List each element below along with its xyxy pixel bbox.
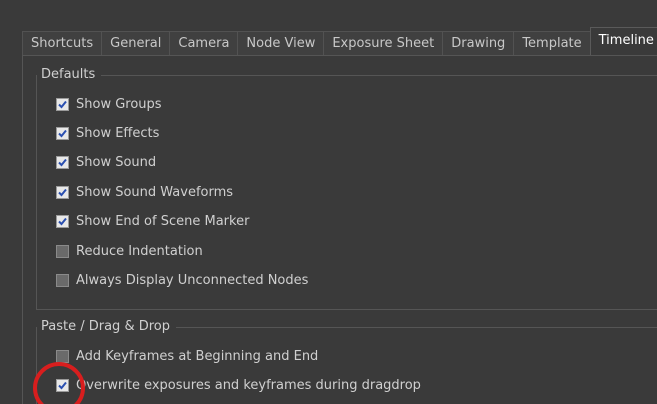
show-end-of-scene-marker-option[interactable]: Show End of Scene Marker: [56, 212, 249, 230]
show-sound-waveforms-label: Show Sound Waveforms: [76, 184, 234, 200]
overwrite-exposures-checkbox[interactable]: [56, 378, 69, 392]
show-sound-option[interactable]: Show Sound: [56, 153, 156, 171]
checkmark-icon: [58, 188, 67, 196]
checkmark-icon: [58, 158, 67, 166]
show-sound-waveforms-option[interactable]: Show Sound Waveforms: [56, 183, 233, 201]
always-display-unconnected-nodes-option[interactable]: Always Display Unconnected Nodes: [56, 271, 308, 289]
defaults-group-title: Defaults: [37, 66, 102, 84]
checkmark-icon: [58, 381, 67, 389]
checkmark-icon: [58, 100, 67, 108]
always-display-unconnected-nodes-checkbox[interactable]: [56, 273, 69, 287]
show-sound-checkbox[interactable]: [56, 155, 69, 169]
show-sound-label: Show Sound: [76, 154, 157, 170]
show-groups-option[interactable]: Show Groups: [56, 95, 162, 113]
tab-exposure-sheet[interactable]: Exposure Sheet: [323, 31, 444, 55]
show-effects-option[interactable]: Show Effects: [56, 124, 159, 142]
show-effects-label: Show Effects: [76, 125, 160, 141]
tab-template[interactable]: Template: [513, 31, 591, 55]
show-sound-waveforms-checkbox[interactable]: [56, 185, 69, 199]
tab-camera[interactable]: Camera: [169, 31, 239, 55]
reduce-indentation-checkbox[interactable]: [56, 244, 69, 258]
show-end-of-scene-marker-label: Show End of Scene Marker: [76, 213, 250, 229]
add-keyframes-checkbox[interactable]: [56, 349, 69, 363]
show-groups-label: Show Groups: [76, 96, 162, 112]
overwrite-exposures-option[interactable]: Overwrite exposures and keyframes during…: [56, 376, 421, 394]
tab-general[interactable]: General: [101, 31, 171, 55]
tab-shortcuts[interactable]: Shortcuts: [22, 31, 103, 55]
reduce-indentation-label: Reduce Indentation: [76, 243, 203, 259]
overwrite-exposures-label: Overwrite exposures and keyframes during…: [76, 377, 421, 393]
tab-node-view[interactable]: Node View: [237, 31, 325, 55]
checkmark-icon: [58, 217, 67, 225]
show-groups-checkbox[interactable]: [56, 97, 69, 111]
tab-drawing[interactable]: Drawing: [442, 31, 515, 55]
show-end-of-scene-marker-checkbox[interactable]: [56, 214, 69, 228]
preferences-frame: Shortcuts General Camera Node View Expos…: [0, 0, 657, 404]
tab-timeline[interactable]: Timeline: [589, 27, 657, 55]
show-effects-checkbox[interactable]: [56, 126, 69, 140]
always-display-unconnected-nodes-label: Always Display Unconnected Nodes: [76, 272, 309, 288]
paste-drag-drop-group-title: Paste / Drag & Drop: [37, 318, 176, 336]
preferences-tab-bar: Shortcuts General Camera Node View Expos…: [22, 27, 657, 55]
add-keyframes-label: Add Keyframes at Beginning and End: [76, 348, 319, 364]
checkmark-icon: [58, 129, 67, 137]
reduce-indentation-option[interactable]: Reduce Indentation: [56, 242, 203, 260]
add-keyframes-option[interactable]: Add Keyframes at Beginning and End: [56, 347, 318, 365]
